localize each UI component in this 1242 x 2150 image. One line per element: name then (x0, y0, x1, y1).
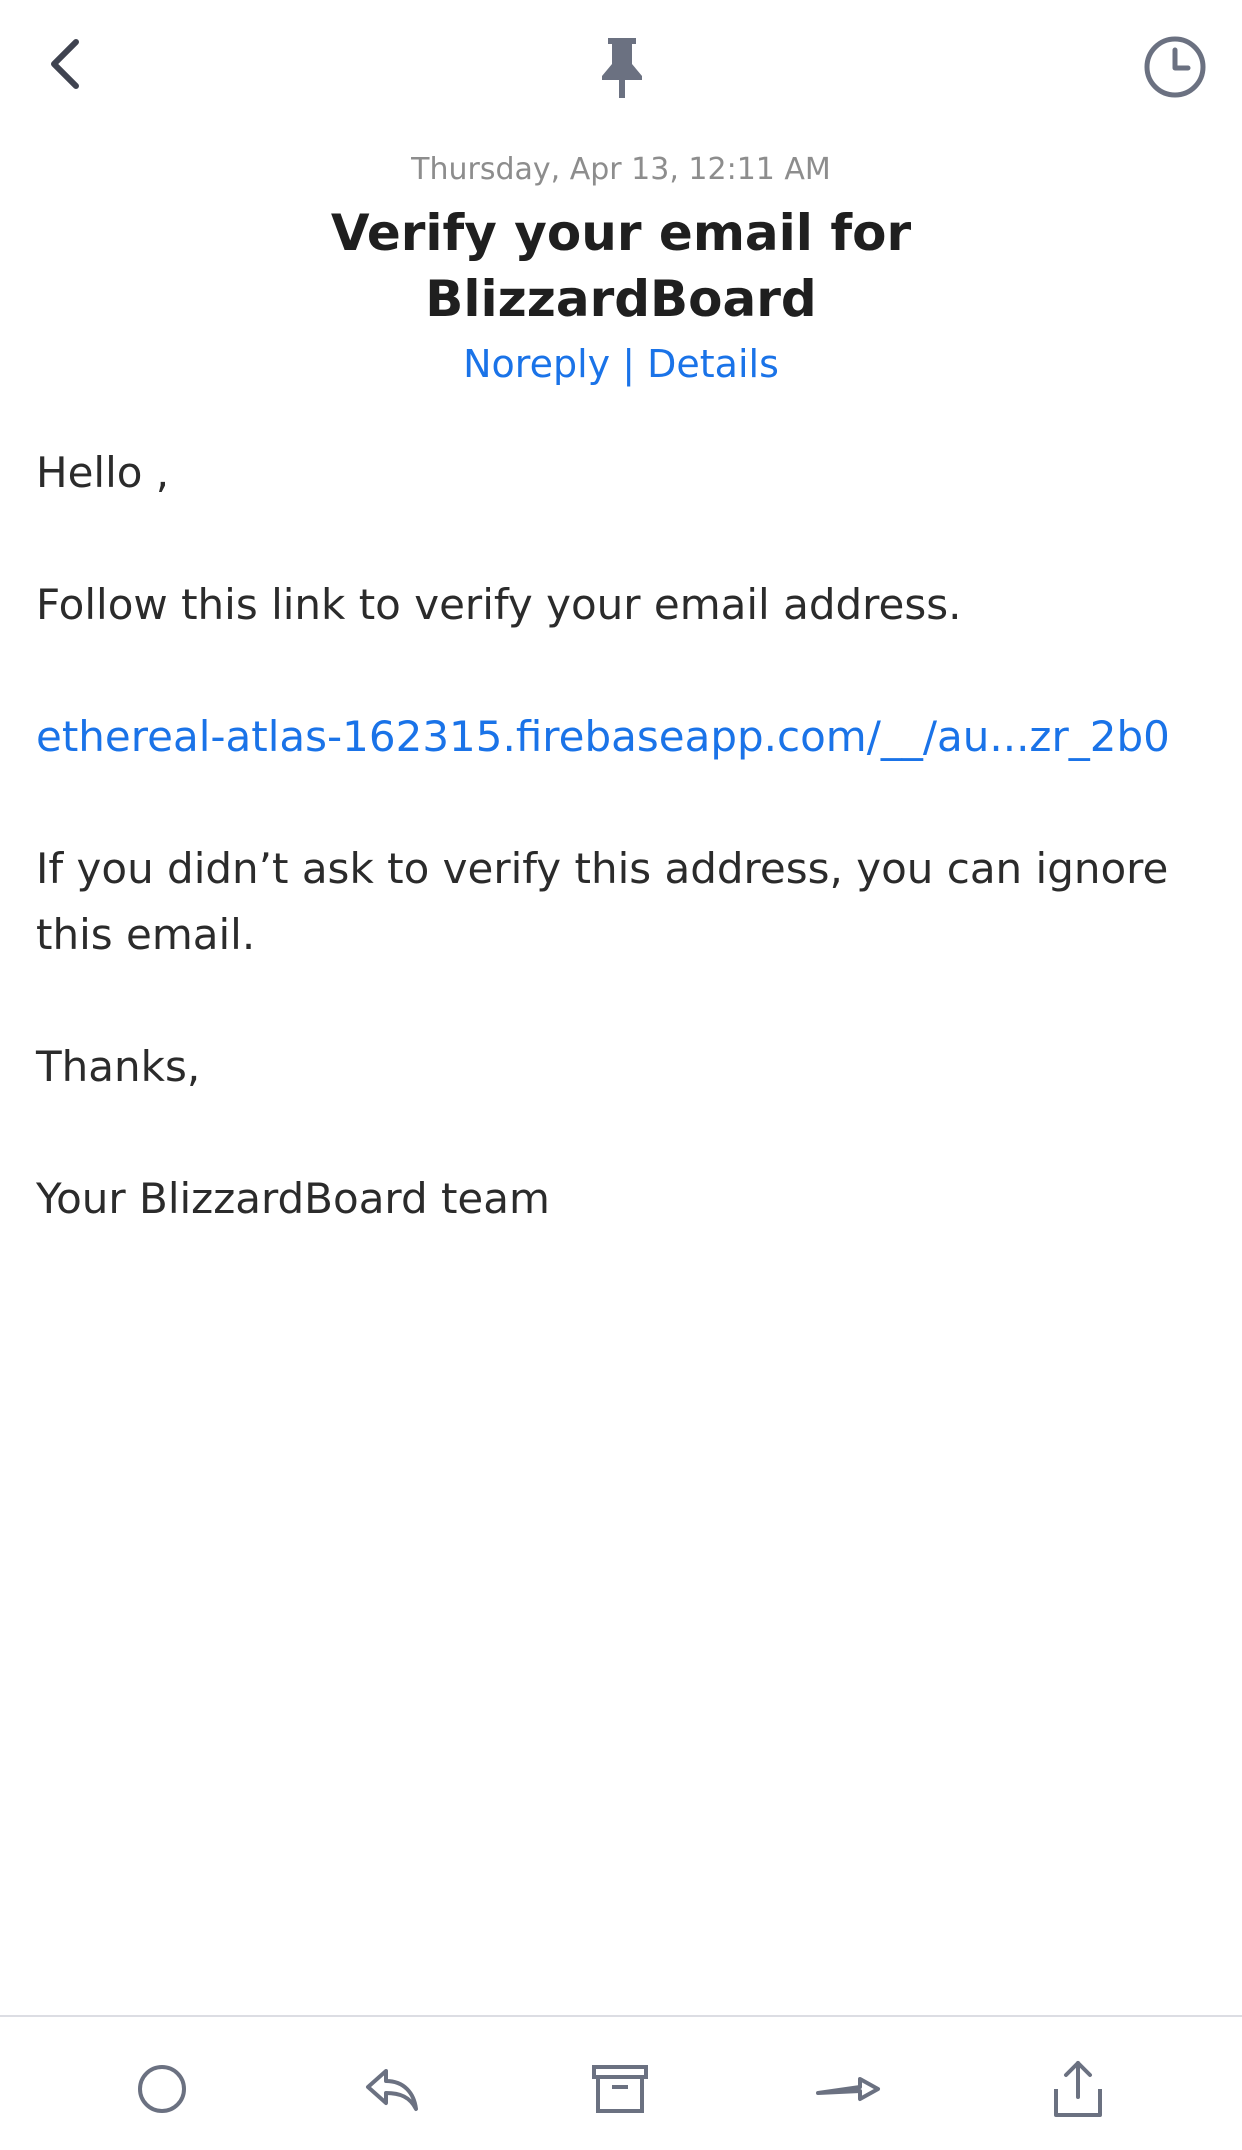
email-date: Thursday, Apr 13, 12:11 AM (411, 152, 831, 187)
ignore-note-text: If you didn’t ask to verify this address… (36, 844, 1169, 959)
details-link[interactable]: Details (647, 342, 779, 386)
sender-link[interactable]: Noreply (463, 342, 610, 386)
sender-line: Noreply | Details (0, 338, 1242, 390)
email-body: Hello , Follow this link to verify your … (36, 440, 1196, 1298)
thanks-text: Thanks, (36, 1042, 201, 1091)
email-header: Thursday, Apr 13, 12:11 AM Verify your e… (0, 150, 1242, 390)
chevron-left-icon[interactable] (36, 28, 98, 100)
sender-separator: | (622, 342, 636, 386)
forward-icon[interactable] (812, 2053, 884, 2125)
circle-icon[interactable] (126, 2053, 198, 2125)
greeting-text: Hello , (36, 448, 170, 497)
archive-icon[interactable] (584, 2053, 656, 2125)
top-toolbar (0, 0, 1242, 140)
pin-icon[interactable] (590, 30, 654, 102)
reply-icon[interactable] (356, 2053, 428, 2125)
signature-text: Your BlizzardBoard team (36, 1174, 550, 1223)
instruction-text: Follow this link to verify your email ad… (36, 580, 962, 629)
clock-icon[interactable] (1138, 30, 1212, 104)
verify-link[interactable]: ethereal-atlas-162315.firebaseapp.com/__… (36, 712, 1170, 761)
bottom-toolbar (0, 2015, 1242, 2150)
email-subject: Verify your email for BlizzardBoard (330, 204, 912, 328)
share-icon[interactable] (1042, 2053, 1114, 2125)
